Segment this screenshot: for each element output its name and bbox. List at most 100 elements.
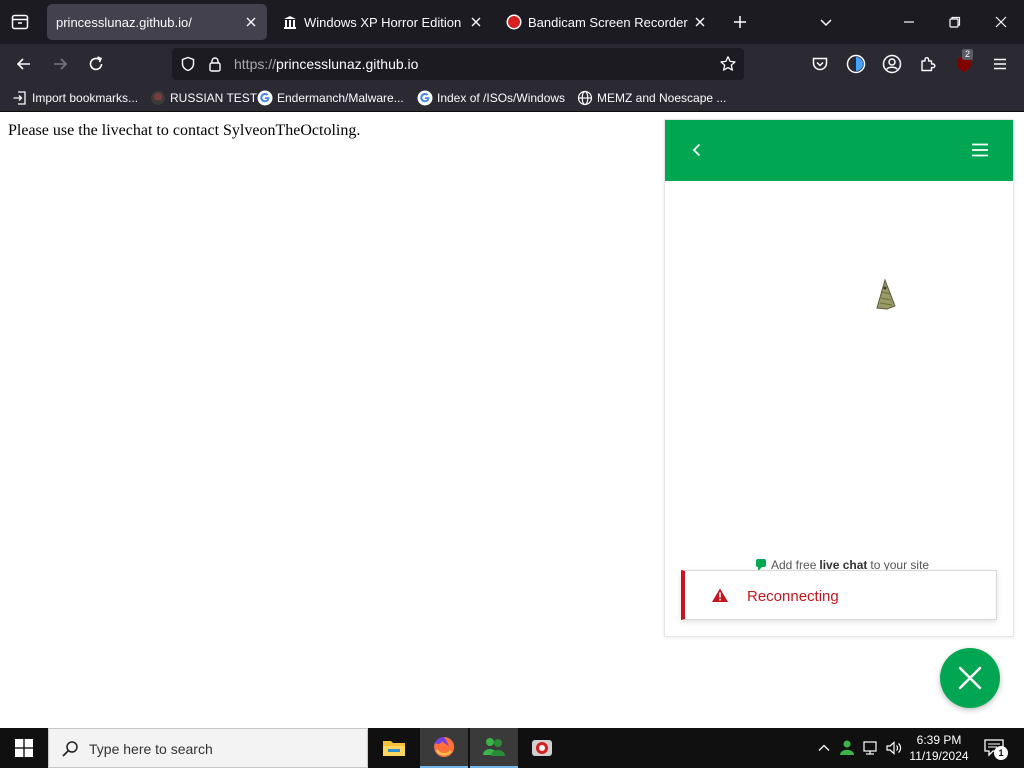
globe-icon bbox=[577, 90, 593, 106]
file-explorer-icon bbox=[383, 741, 405, 756]
tray-messenger[interactable] bbox=[835, 736, 859, 760]
tab-bandicam[interactable]: Bandicam Screen Recorder Dow bbox=[496, 4, 716, 40]
account-button[interactable] bbox=[880, 52, 904, 76]
forward-button[interactable] bbox=[48, 52, 72, 76]
close-chat-button[interactable] bbox=[940, 648, 1000, 708]
new-tab-button[interactable] bbox=[728, 10, 752, 34]
bandicam-icon bbox=[532, 740, 552, 756]
contact-message: Please use the livechat to contact Sylve… bbox=[8, 122, 361, 139]
bookmark-label: RUSSIAN TEST bbox=[170, 91, 258, 105]
search-placeholder: Type here to search bbox=[89, 741, 213, 757]
firefox-view-button[interactable] bbox=[8, 10, 32, 34]
tab-princesslunaz[interactable]: princesslunaz.github.io/ bbox=[47, 4, 267, 40]
import-icon bbox=[13, 91, 26, 105]
close-tab-icon[interactable] bbox=[243, 14, 259, 30]
firefox-icon bbox=[434, 736, 455, 757]
action-center-button[interactable]: 1 bbox=[982, 736, 1008, 760]
bookmark-import[interactable]: Import bookmarks... bbox=[12, 89, 138, 107]
clock-time: 6:39 PM bbox=[916, 733, 962, 747]
pocket-button[interactable] bbox=[808, 52, 832, 76]
url-text[interactable]: https://princesslunaz.github.io bbox=[234, 56, 418, 72]
page-content: Please use the livechat to contact Sylve… bbox=[0, 112, 1024, 728]
tray-network[interactable] bbox=[858, 736, 882, 760]
search-icon bbox=[62, 741, 78, 757]
address-bar[interactable]: https://princesslunaz.github.io bbox=[172, 48, 744, 80]
start-button[interactable] bbox=[0, 728, 48, 768]
google-icon bbox=[257, 90, 273, 106]
navigation-toolbar: https://princesslunaz.github.io 2 bbox=[0, 44, 1024, 84]
google-icon bbox=[417, 90, 433, 106]
chevron-down-icon bbox=[820, 19, 832, 27]
close-window-button[interactable] bbox=[989, 10, 1013, 34]
ublock-origin-button[interactable]: 2 bbox=[952, 49, 976, 76]
blue-circle-extension-icon bbox=[846, 54, 866, 74]
network-icon bbox=[863, 741, 877, 755]
bookmark-memz-noescape[interactable]: MEMZ and Noescape ... bbox=[577, 89, 726, 107]
tab-title: Windows XP Horror Edition (De bbox=[304, 14, 464, 30]
bookmark-label: Index of /ISOs/Windows bbox=[437, 91, 566, 105]
tray-volume[interactable] bbox=[882, 736, 906, 760]
restore-icon bbox=[949, 16, 961, 28]
taskbar-messenger[interactable] bbox=[470, 728, 518, 768]
warning-icon bbox=[712, 588, 728, 602]
tracking-protection-shield-icon[interactable] bbox=[180, 56, 196, 72]
restore-button[interactable] bbox=[943, 10, 967, 34]
archive-icon bbox=[284, 16, 296, 29]
tab-bar: princesslunaz.github.io/ Windows XP Horr… bbox=[0, 0, 1024, 44]
taskbar-clock[interactable]: 6:39 PM 11/19/2024 bbox=[908, 732, 970, 764]
chevron-up-icon bbox=[818, 744, 830, 751]
tab-title: Bandicam Screen Recorder Dow bbox=[528, 14, 688, 30]
list-all-tabs-button[interactable] bbox=[814, 10, 838, 34]
minimize-icon bbox=[904, 21, 914, 23]
chat-header bbox=[665, 120, 1013, 181]
bookmark-label: Import bookmarks... bbox=[32, 91, 139, 105]
livechat-window: Add free live chat to your site Reconnec… bbox=[664, 119, 1014, 637]
bookmark-index-isos[interactable]: Index of /ISOs/Windows bbox=[417, 89, 565, 107]
bandicam-icon bbox=[506, 14, 522, 30]
speaker-icon bbox=[886, 741, 902, 755]
clock-date: 11/19/2024 bbox=[909, 749, 969, 763]
status-text: Reconnecting bbox=[747, 588, 839, 605]
bookmark-endermanch-malware[interactable]: Endermanch/Malware... bbox=[257, 89, 404, 107]
messenger-icon bbox=[483, 738, 505, 756]
extension-button[interactable] bbox=[844, 52, 868, 76]
tab-title: princesslunaz.github.io/ bbox=[56, 14, 192, 30]
close-tab-icon[interactable] bbox=[692, 14, 708, 30]
forward-arrow-icon bbox=[54, 58, 68, 70]
reconnecting-alert: Reconnecting bbox=[681, 570, 997, 620]
url-host: princesslunaz.github.io bbox=[276, 56, 419, 72]
bookmark-label: MEMZ and Noescape ... bbox=[597, 91, 727, 105]
close-icon bbox=[995, 16, 1007, 28]
lock-icon[interactable] bbox=[208, 56, 222, 72]
tab-windows-xp-horror[interactable]: Windows XP Horror Edition (De bbox=[272, 4, 492, 40]
taskbar-search-box[interactable]: Type here to search bbox=[48, 728, 368, 768]
url-protocol: https:// bbox=[234, 56, 277, 72]
bookmarks-toolbar: Import bookmarks... RUSSIAN TEST Enderma… bbox=[0, 84, 1024, 112]
taskbar-firefox[interactable] bbox=[420, 728, 468, 768]
windows-logo-icon bbox=[15, 739, 33, 757]
extensions-button[interactable] bbox=[916, 52, 940, 76]
hamburger-menu-icon bbox=[994, 58, 1006, 70]
taskbar-file-explorer[interactable] bbox=[370, 728, 418, 768]
application-menu-button[interactable] bbox=[988, 52, 1012, 76]
windows-taskbar: Type here to search 6:39 PM 11/19/2024 1 bbox=[0, 728, 1024, 768]
chat-menu-icon[interactable] bbox=[971, 142, 989, 158]
account-icon bbox=[882, 54, 902, 74]
taskbar-bandicam[interactable] bbox=[518, 728, 566, 768]
back-arrow-icon bbox=[16, 58, 30, 70]
show-hidden-icons-button[interactable] bbox=[812, 736, 836, 760]
notification-count: 1 bbox=[994, 746, 1008, 760]
close-icon bbox=[958, 666, 982, 690]
reload-icon bbox=[89, 56, 103, 71]
bookmark-label: Endermanch/Malware... bbox=[277, 91, 404, 105]
reload-button[interactable] bbox=[84, 52, 108, 76]
pocket-icon bbox=[812, 57, 828, 71]
bookmark-star-icon[interactable] bbox=[719, 55, 737, 73]
close-tab-icon[interactable] bbox=[468, 14, 484, 30]
back-button[interactable] bbox=[12, 52, 36, 76]
chevron-left-icon[interactable] bbox=[691, 142, 703, 158]
minimize-button[interactable] bbox=[897, 10, 921, 34]
firefox-view-icon bbox=[11, 14, 29, 30]
bookmark-russian-test[interactable]: RUSSIAN TEST bbox=[150, 89, 257, 107]
plus-icon bbox=[734, 16, 746, 28]
